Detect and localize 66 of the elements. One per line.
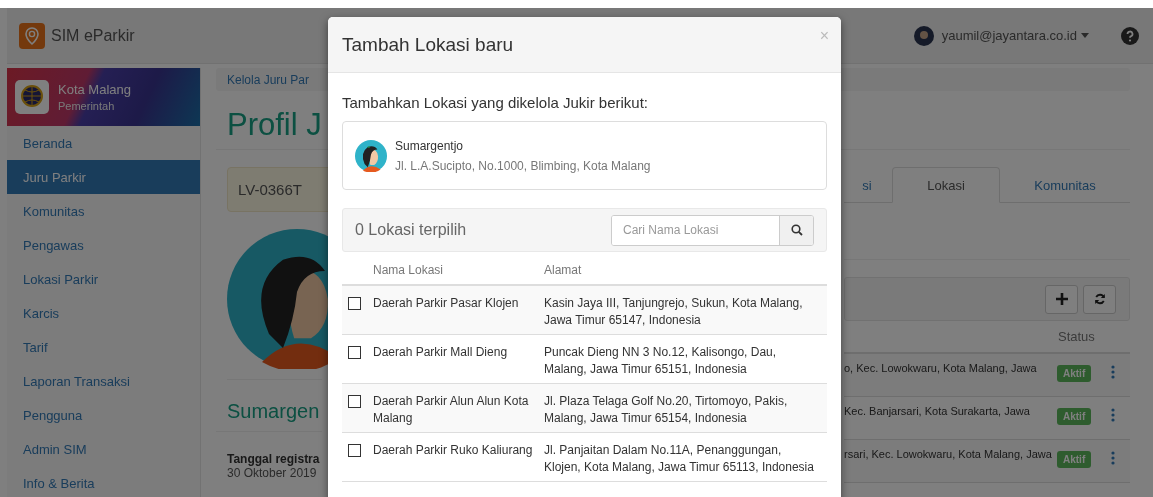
jukir-address: Jl. L.A.Sucipto, No.1000, Blimbing, Kota Malang: [395, 158, 651, 173]
selected-count: 0 Lokasi terpilih: [355, 221, 467, 239]
organization-name: Kota Malang: [58, 82, 131, 97]
location-name-cell-text: Daerah Parkir Alun Alun Kota Malang: [373, 393, 530, 427]
person-avatar-icon: [355, 139, 387, 172]
plus-icon: [1055, 293, 1068, 305]
registration-label: Tanggal registra: [227, 452, 321, 466]
kebab-menu-icon[interactable]: [1111, 408, 1116, 422]
sidebar-item[interactable]: Pengguna: [7, 398, 200, 432]
status-badge: Aktif: [1057, 408, 1092, 425]
sidebar-item[interactable]: Info & Berita: [7, 466, 200, 497]
sidebar-item[interactable]: Komunitas: [7, 194, 200, 228]
status-badge: Aktif: [1057, 451, 1092, 468]
help-icon[interactable]: [1121, 26, 1139, 45]
modal-title: Tambah Lokasi baru: [342, 33, 514, 56]
sidebar-item[interactable]: Tarif: [7, 330, 200, 364]
search-button[interactable]: [779, 215, 813, 245]
intro-text: Tambahkan Lokasi yang dikelola Jukir berikut:: [342, 94, 649, 111]
add-button[interactable]: [1045, 284, 1078, 314]
location-name-cell-text: Daerah Parkir Mall Dieng: [373, 344, 509, 361]
column-header: Alamat: [544, 262, 583, 277]
address-cell: rsari, Kec. Lowokwaru, Kota Malang, Jawa: [844, 448, 1051, 460]
user-avatar-icon: [913, 25, 934, 46]
address-cell-text: Jl. Plaza Telaga Golf No.20, Tirtomoyo, Pakis, Malang, Jawa Timur 65154, Indonesia: [544, 393, 789, 427]
checkbox[interactable]: [348, 444, 361, 457]
address-cell-text: Jl. Panjaitan Dalam No.11A, Penanggungan, Klojen, Kota Malang, Jawa Timur 65113, Indonesia: [544, 442, 815, 476]
status-badge: Aktif: [1057, 365, 1092, 382]
registration-date: 30 Oktober 2019: [227, 466, 318, 480]
sidebar-item[interactable]: Pengawas: [7, 228, 200, 262]
close-button[interactable]: ×: [819, 27, 829, 45]
sidebar-item[interactable]: Juru Parkir: [7, 160, 200, 194]
user-menu[interactable]: yaumil@jayantara.co.id: [941, 28, 1089, 43]
kebab-menu-icon[interactable]: [1111, 451, 1116, 465]
breadcrumb-link[interactable]: Kelola Juru Par: [227, 72, 310, 87]
address-cell-text: o, Kec. Lowokwaru, Kota Malang, Jawa: [844, 362, 1038, 374]
brand-name[interactable]: SIM eParkir: [51, 26, 135, 45]
tab[interactable]: Lokasi: [892, 167, 1000, 203]
profile-name: Sumargen: [227, 400, 321, 423]
page-title: Profil J: [227, 107, 323, 143]
location-name-cell-text: Daerah Parkir Pasar Klojen: [373, 295, 520, 312]
kebab-menu-icon[interactable]: [1111, 365, 1116, 379]
address-cell-text: Kec. Banjarsari, Kota Surakarta, Jawa: [844, 405, 1031, 417]
checkbox[interactable]: [348, 395, 361, 408]
address-cell-text: Puncak Dieng NN 3 No.12, Kalisongo, Dau, Malang, Jawa Timur 65151, Indonesia: [544, 344, 778, 378]
sidebar-item[interactable]: Admin SIM: [7, 432, 200, 466]
search-icon: [790, 224, 803, 236]
refresh-icon: [1093, 293, 1106, 305]
checkbox[interactable]: [348, 346, 361, 359]
organization-type: Pemerintah: [58, 100, 116, 112]
sidebar-item[interactable]: Beranda: [7, 126, 200, 160]
sidebar-item[interactable]: Laporan Transaksi: [7, 364, 200, 398]
search-field[interactable]: Cari Nama Lokasi: [611, 214, 814, 246]
location-name-cell-text: Daerah Parkir Ruko Kaliurang: [373, 442, 534, 459]
checkbox[interactable]: [348, 297, 361, 310]
column-header: Nama Lokasi: [373, 262, 445, 277]
sidebar-item[interactable]: Karcis: [7, 296, 200, 330]
tab[interactable]: si: [844, 167, 890, 203]
address-cell-text: Kasin Jaya III, Tanjungrejo, Sukun, Kota Malang, Jawa Timur 65147, Indonesia: [544, 295, 804, 329]
location-pin-logo-icon: [19, 22, 45, 49]
globe-emblem-icon: [15, 80, 49, 114]
tab[interactable]: Komunitas: [1002, 167, 1128, 203]
jukir-name: Sumargentjo: [395, 138, 465, 153]
caret-icon[interactable]: [1081, 33, 1089, 38]
column-header: Status: [1058, 329, 1095, 344]
sidebar-item[interactable]: Lokasi Parkir: [7, 262, 200, 296]
refresh-button[interactable]: [1083, 284, 1116, 314]
